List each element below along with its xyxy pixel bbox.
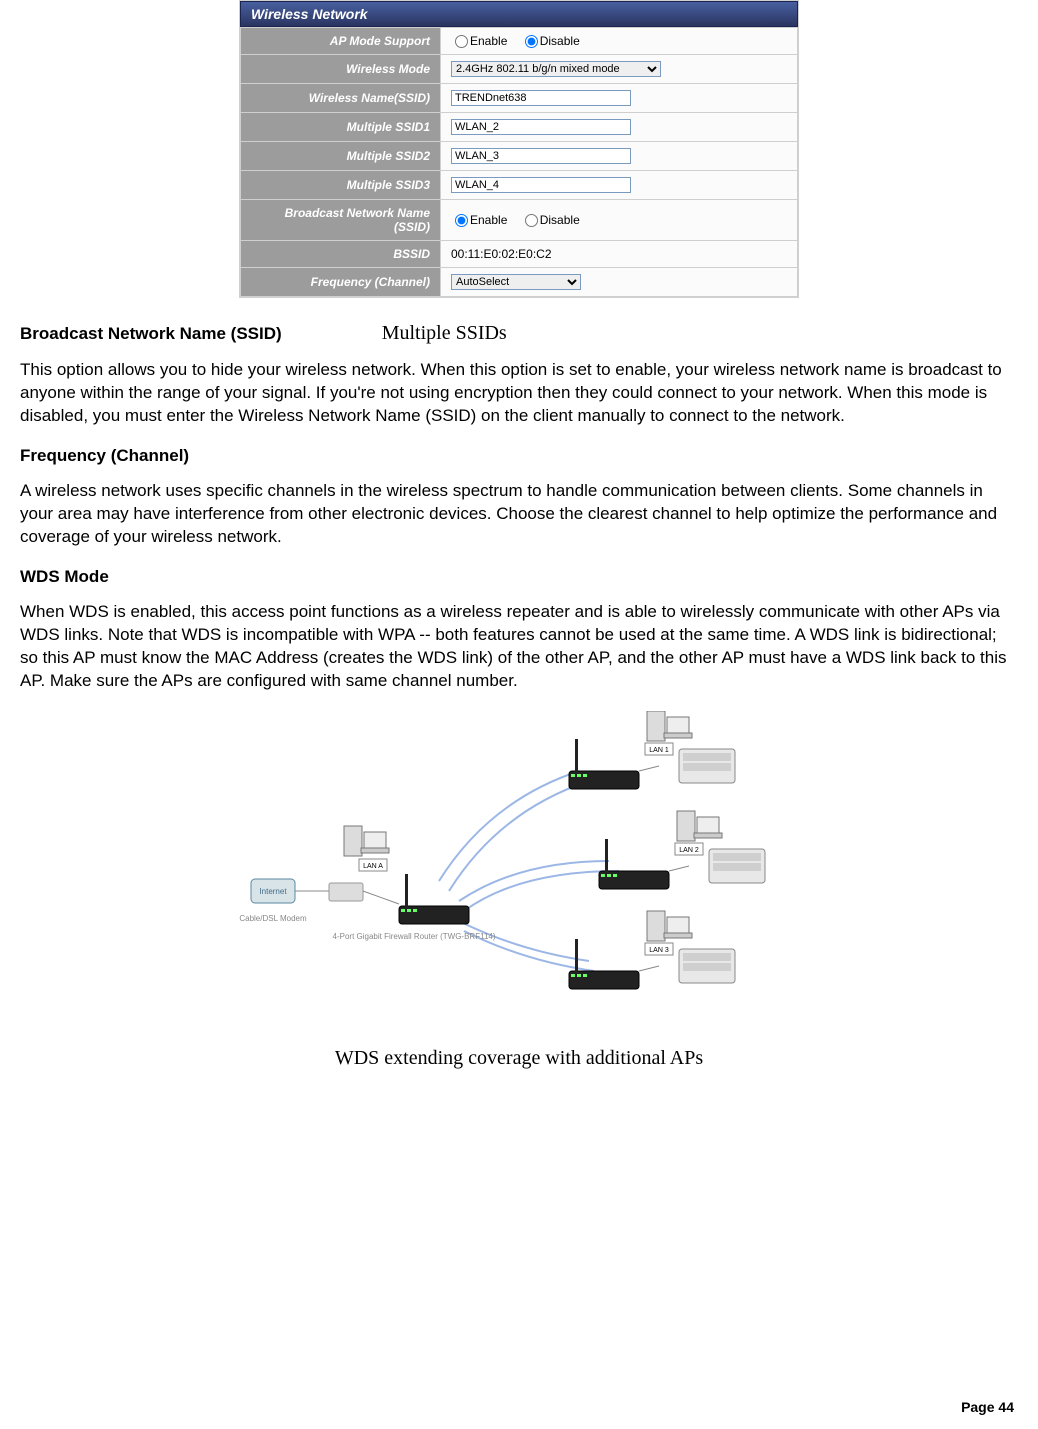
- wds-heading: WDS Mode: [20, 567, 1018, 587]
- mssid1-label: Multiple SSID1: [241, 113, 441, 142]
- bssid-label: BSSID: [241, 241, 441, 268]
- router-label: 4-Port Gigabit Firewall Router (TWG-BRF1…: [333, 932, 496, 941]
- table-row: Multiple SSID3: [241, 171, 798, 200]
- wds-paragraph: When WDS is enabled, this access point f…: [20, 601, 1018, 693]
- ssid-label: Wireless Name(SSID): [241, 84, 441, 113]
- broadcast-disable-label: Disable: [540, 213, 580, 227]
- mssid1-input[interactable]: [451, 119, 631, 135]
- broadcast-disable-radio[interactable]: [525, 214, 538, 227]
- frequency-label: Frequency (Channel): [241, 268, 441, 297]
- ap-mode-enable-label: Enable: [470, 34, 507, 48]
- wireless-network-panel: Wireless Network AP Mode Support Enable …: [239, 0, 799, 298]
- lan1-label: LAN 1: [649, 747, 669, 754]
- mssid2-label: Multiple SSID2: [241, 142, 441, 171]
- table-row: Frequency (Channel) AutoSelect: [241, 268, 798, 297]
- lan-a-label: LAN A: [363, 863, 383, 870]
- wds-diagram: Internet Cable/DSL Modem LAN A 4-Port Gi…: [239, 711, 799, 1070]
- broadcast-label: Broadcast Network Name (SSID): [241, 200, 441, 241]
- lan2-label: LAN 2: [679, 847, 699, 854]
- broadcast-heading: Broadcast Network Name (SSID): [20, 324, 282, 344]
- ssid-input[interactable]: [451, 90, 631, 106]
- lan3-label: LAN 3: [649, 947, 669, 954]
- table-row: Multiple SSID1: [241, 113, 798, 142]
- mssid3-label: Multiple SSID3: [241, 171, 441, 200]
- ap-mode-enable-radio[interactable]: [455, 35, 468, 48]
- frequency-select[interactable]: AutoSelect: [451, 274, 581, 290]
- table-row: AP Mode Support Enable Disable: [241, 28, 798, 55]
- page-number: Page 44: [961, 1399, 1014, 1415]
- table-row: Multiple SSID2: [241, 142, 798, 171]
- ap-mode-disable-label: Disable: [540, 34, 580, 48]
- wds-diagram-svg: Internet Cable/DSL Modem LAN A 4-Port Gi…: [239, 711, 799, 1041]
- table-row: Wireless Mode 2.4GHz 802.11 b/g/n mixed …: [241, 55, 798, 84]
- broadcast-enable-label: Enable: [470, 213, 507, 227]
- page-word: Page: [961, 1399, 994, 1415]
- table-row: Broadcast Network Name (SSID) Enable Dis…: [241, 200, 798, 241]
- frequency-heading: Frequency (Channel): [20, 446, 1018, 466]
- panel-title: Wireless Network: [240, 1, 798, 27]
- heading-row: Broadcast Network Name (SSID) Multiple S…: [20, 322, 1018, 345]
- ap-mode-disable-radio[interactable]: [525, 35, 538, 48]
- broadcast-paragraph: This option allows you to hide your wire…: [20, 359, 1018, 428]
- mssid2-input[interactable]: [451, 148, 631, 164]
- table-row: Wireless Name(SSID): [241, 84, 798, 113]
- frequency-paragraph: A wireless network uses specific channel…: [20, 480, 1018, 549]
- page-num-value: 44: [998, 1399, 1014, 1415]
- multiple-ssids-heading: Multiple SSIDs: [382, 322, 507, 345]
- settings-table: AP Mode Support Enable Disable Wireless …: [240, 27, 798, 297]
- table-row: BSSID 00:11:E0:02:E0:C2: [241, 241, 798, 268]
- mssid3-input[interactable]: [451, 177, 631, 193]
- internet-label: Internet: [259, 887, 287, 896]
- bssid-value: 00:11:E0:02:E0:C2: [441, 241, 798, 268]
- wireless-mode-select[interactable]: 2.4GHz 802.11 b/g/n mixed mode: [451, 61, 661, 77]
- wireless-mode-label: Wireless Mode: [241, 55, 441, 84]
- wireless-mode-value: 2.4GHz 802.11 b/g/n mixed mode: [441, 55, 798, 84]
- diagram-caption: WDS extending coverage with additional A…: [239, 1047, 799, 1070]
- broadcast-enable-radio[interactable]: [455, 214, 468, 227]
- broadcast-value: Enable Disable: [441, 200, 798, 241]
- ap-mode-label: AP Mode Support: [241, 28, 441, 55]
- ap-mode-value: Enable Disable: [441, 28, 798, 55]
- modem-label: Cable/DSL Modem: [239, 914, 307, 923]
